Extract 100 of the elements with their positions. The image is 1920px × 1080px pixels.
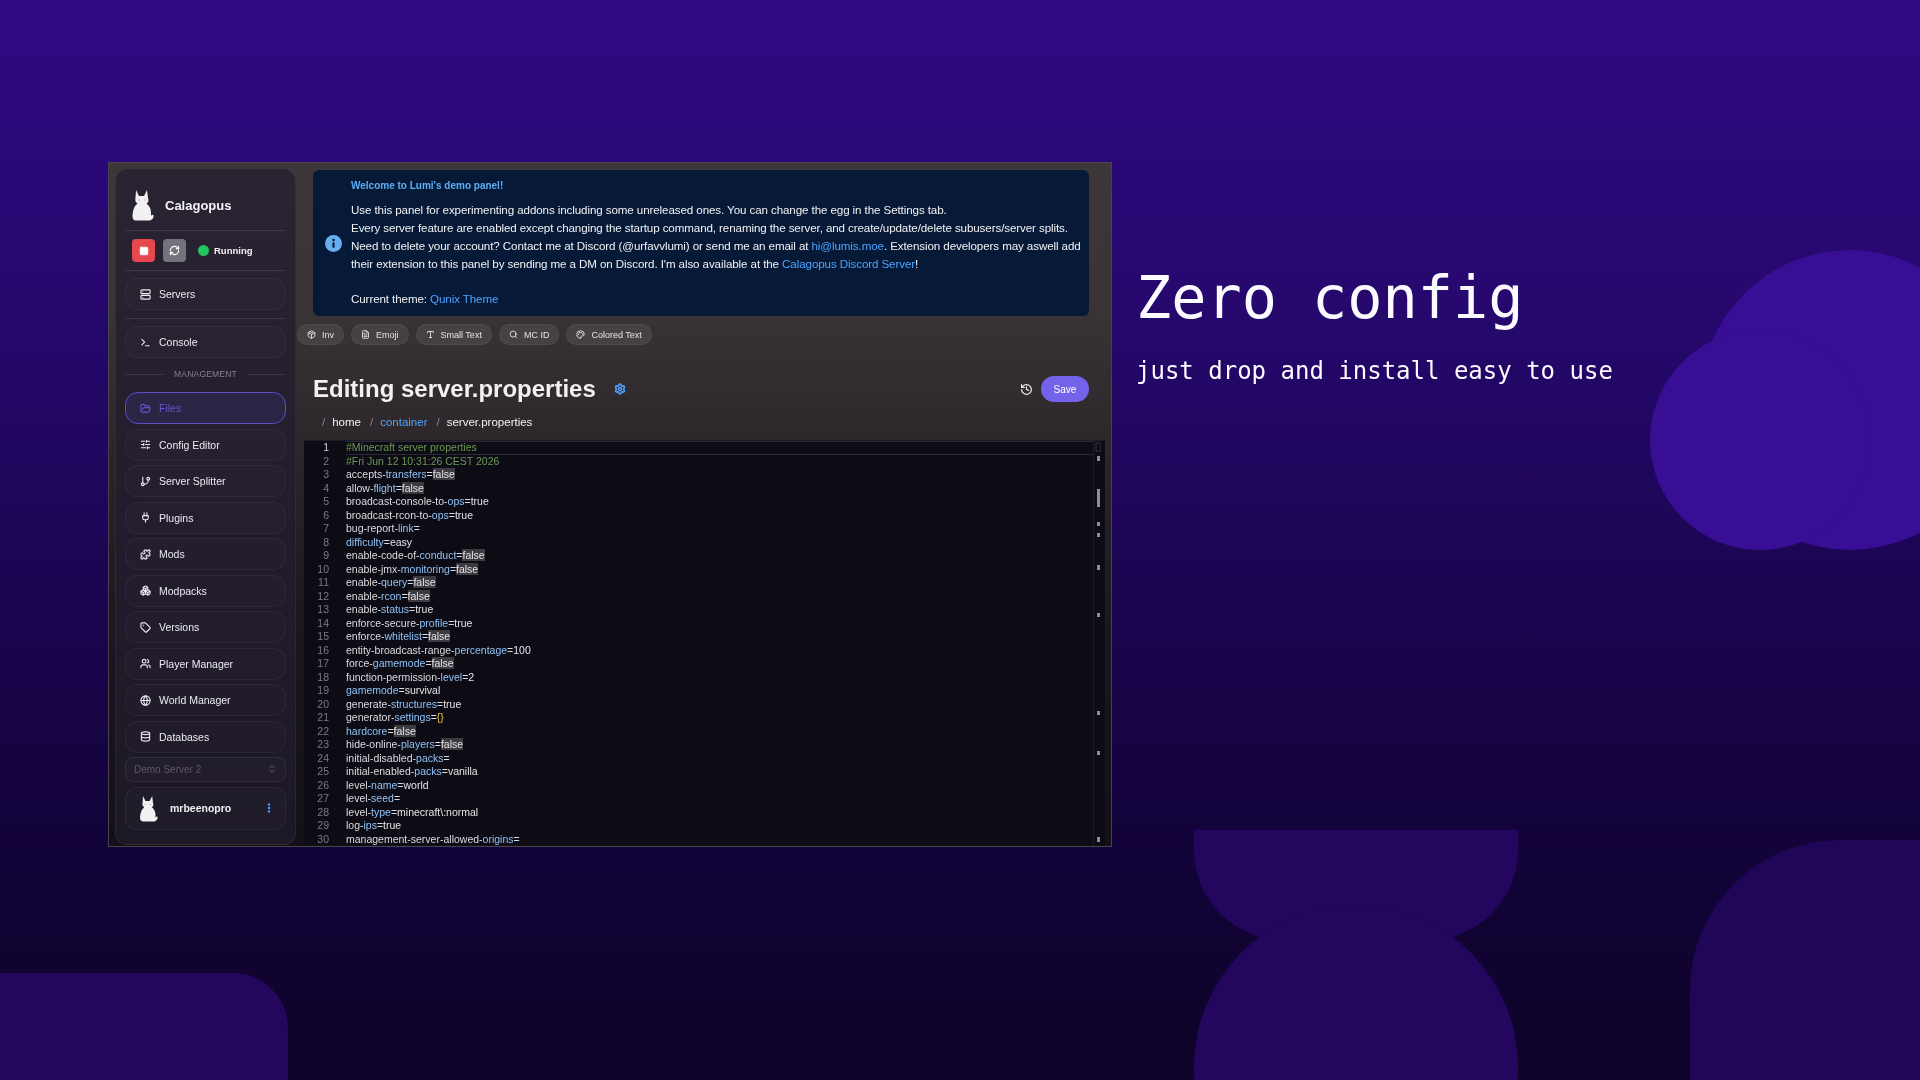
palette-icon <box>576 330 586 340</box>
code-line: bug-report-link= <box>346 522 421 536</box>
boxes-icon <box>140 585 151 596</box>
line-number: 30 <box>316 832 329 846</box>
nav-item[interactable]: Databases <box>125 720 286 753</box>
folder-icon <box>140 402 151 414</box>
save-button[interactable]: Save <box>1041 376 1089 403</box>
code-line: gamemode=survival <box>346 684 442 698</box>
notice-link[interactable]: Qunix Theme <box>430 292 499 306</box>
code-line: enable-jmx-monitoring=false <box>346 562 480 576</box>
toolbar-button[interactable]: Colored Text <box>566 324 652 346</box>
code-line: level-name=world <box>346 778 430 792</box>
terminal-icon <box>140 336 151 348</box>
file-icon <box>361 330 370 340</box>
toolbar-button[interactable]: Emoji <box>351 324 409 346</box>
nav-item[interactable]: Player Manager <box>125 647 286 680</box>
code-line: log-ips=true <box>346 819 403 833</box>
stop-icon <box>138 245 149 256</box>
code-line: initial-disabled-packs= <box>346 751 451 765</box>
code-line: hardcore=false <box>346 724 417 738</box>
code-line: level-seed= <box>346 792 401 806</box>
box-icon <box>307 330 316 340</box>
cat-icon <box>130 189 154 221</box>
promo-subheading: just drop and install easy to use <box>1136 357 1613 386</box>
line-number: 20 <box>316 697 329 711</box>
line-number: 1 <box>322 441 329 455</box>
code-line: hide-online-players=false <box>346 738 465 752</box>
code-editor[interactable] <box>304 440 1105 845</box>
info-icon <box>325 234 342 252</box>
line-number: 23 <box>316 738 329 752</box>
nav-item[interactable]: Servers <box>125 278 286 310</box>
line-number: 12 <box>316 589 329 603</box>
line-number: 24 <box>316 751 329 765</box>
database-icon <box>140 731 151 742</box>
code-line: enable-query=false <box>346 576 437 590</box>
line-number: 27 <box>316 792 329 806</box>
puzzle-icon <box>140 548 151 560</box>
history-icon <box>1020 382 1033 396</box>
chevrons-icon <box>267 764 277 774</box>
nav-item[interactable]: Mods <box>125 538 286 570</box>
line-number: 26 <box>316 778 329 792</box>
notice-title: Welcome to Lumi's demo panel! <box>351 179 505 194</box>
line-number: 11 <box>317 576 329 590</box>
toolbar-button[interactable]: Inv <box>297 324 344 346</box>
code-line: #Minecraft server properties <box>346 441 1093 455</box>
refresh-icon <box>169 245 180 256</box>
theme-text: Current theme: Qunix Theme <box>351 291 500 308</box>
code-line: accepts-transfers=false <box>346 468 456 482</box>
line-number: 2 <box>322 454 329 468</box>
server-icon <box>140 288 151 300</box>
search-icon <box>508 330 518 340</box>
restart-button[interactable] <box>163 239 186 262</box>
code-line: initial-enabled-packs=vanilla <box>346 765 479 779</box>
notice-link[interactable]: Calagopus Discord Server <box>782 256 915 270</box>
code-line: level-type=minecraft\:normal <box>346 805 480 819</box>
code-line: enforce-secure-profile=true <box>346 616 474 630</box>
stop-button[interactable] <box>132 239 155 262</box>
line-number: 16 <box>316 643 329 657</box>
line-number: 14 <box>316 616 329 630</box>
history-button[interactable] <box>1020 382 1033 396</box>
breadcrumb-item: home <box>332 415 361 428</box>
code-line: enable-rcon=false <box>346 589 431 603</box>
nav-item[interactable]: Console <box>125 326 286 358</box>
breadcrumb-item: server.properties <box>446 415 533 428</box>
users-icon <box>140 658 151 669</box>
notice-link[interactable]: hi@lumis.moe <box>811 238 884 252</box>
toolbar-button[interactable]: Small Text <box>415 324 492 346</box>
settings-button[interactable] <box>613 383 626 396</box>
tag-icon <box>140 621 151 633</box>
code-line: enable-status=true <box>346 603 435 617</box>
nav-item[interactable]: Server Splitter <box>125 465 286 497</box>
toolbar-button[interactable]: MC ID <box>498 324 560 346</box>
line-number: 29 <box>316 819 329 833</box>
cat-icon <box>138 794 158 822</box>
notice-text: Use this panel for experimenting addons including some unreleased ones. You can change the egg in the Settings tab. <box>351 202 948 219</box>
nav-item[interactable]: World Manager <box>125 684 286 716</box>
line-number: 19 <box>316 684 329 698</box>
code-line: allow-flight=false <box>346 481 425 495</box>
line-number: 4 <box>322 481 329 495</box>
breadcrumb-link[interactable]: container <box>380 415 428 428</box>
branch-icon <box>140 475 151 487</box>
user-name: mrbeenopro <box>170 802 233 814</box>
line-number: 5 <box>322 495 329 509</box>
notice-text: Need to delete your account? Contact me at Discord (@urfavvlumi) or send me an email at hi@lumis.moe. Extension developers may aswell add their extension to this panel by sending me a DM on Discord. I'm also available at the Calagopus Discord Server! <box>351 237 1082 272</box>
nav-item[interactable]: Versions <box>125 611 286 643</box>
section-label: MANAGEMENT <box>174 369 237 379</box>
nav-item[interactable]: Modpacks <box>125 574 286 607</box>
code-line: broadcast-rcon-to-ops=true <box>346 508 474 522</box>
user-card[interactable]: mrbeenopro <box>125 786 286 830</box>
code-line: entity-broadcast-range-percentage=100 <box>346 643 532 657</box>
settings-icon <box>613 383 626 396</box>
brand-name: Calagopus <box>165 197 232 213</box>
nav-item[interactable]: Plugins <box>125 501 286 534</box>
nav-item[interactable]: Config Editor <box>125 428 286 461</box>
text-icon <box>425 330 435 340</box>
code-line: #Fri Jun 12 10:31:26 CEST 2026 <box>346 454 501 468</box>
line-number: 21 <box>316 711 329 725</box>
line-number: 6 <box>322 508 329 522</box>
breadcrumb-separator: / <box>370 415 374 428</box>
plug-icon <box>140 512 151 523</box>
